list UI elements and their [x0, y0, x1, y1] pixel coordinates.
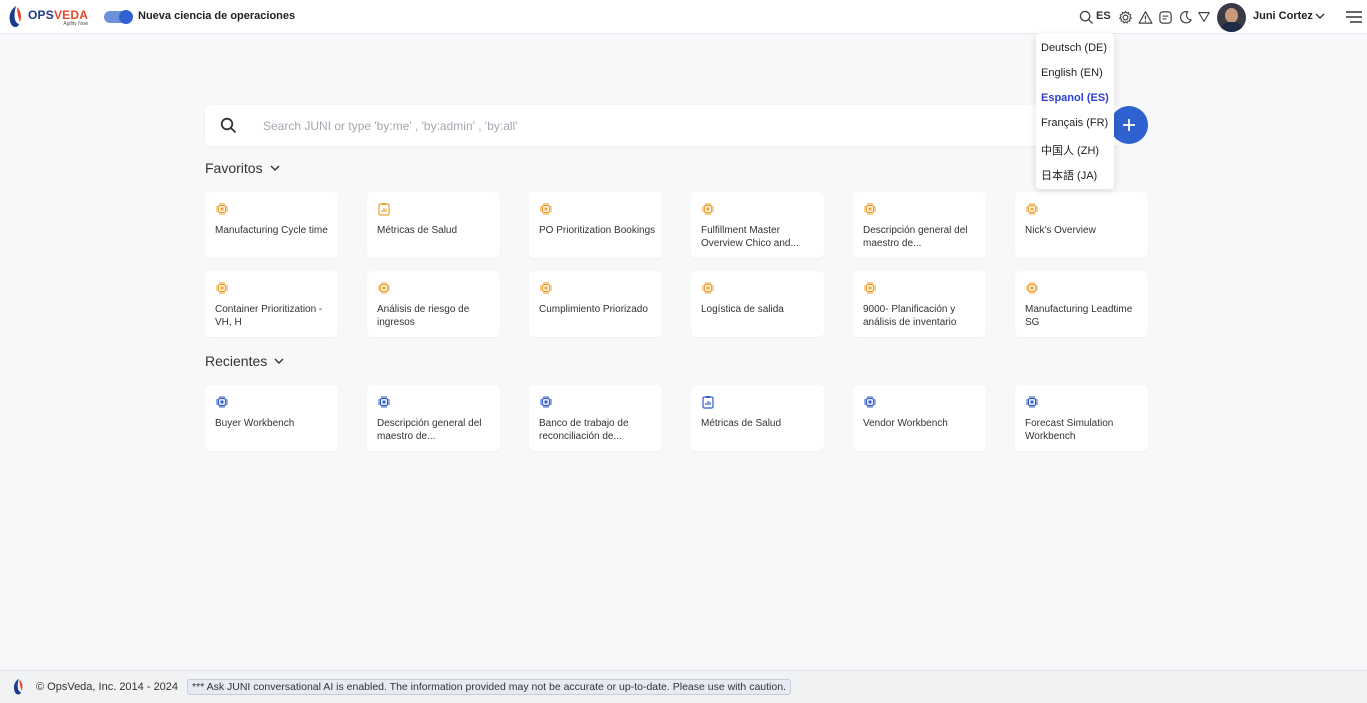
chip-icon — [1025, 202, 1039, 216]
copyright: © OpsVeda, Inc. 2014 - 2024 — [36, 681, 179, 693]
favorites-card[interactable]: Cumplimiento Priorizado — [529, 271, 662, 337]
card-label: Métricas de Salud — [701, 418, 782, 429]
favorites-card[interactable]: Container Prioritization - VH, H — [205, 271, 338, 337]
language-menu: Deutsch (DE) English (EN) Espanol (ES) F… — [1036, 33, 1114, 189]
search-input[interactable] — [263, 105, 1083, 146]
chevron-down-icon[interactable] — [1314, 10, 1326, 22]
logo-tagline: Agility Now — [63, 21, 89, 27]
chip-icon — [1025, 395, 1039, 409]
card-label: PO Prioritization Bookings — [539, 225, 656, 236]
recent-card[interactable]: Buyer Workbench — [205, 385, 338, 451]
chip-icon — [1025, 281, 1039, 295]
card-label: Métricas de Salud — [377, 225, 458, 236]
favorites-header[interactable]: Favoritos — [205, 160, 281, 176]
card-label: Manufacturing Leadtime SG — [1025, 304, 1133, 328]
add-button[interactable] — [1110, 106, 1148, 144]
report-icon — [701, 395, 715, 409]
opsveda-logo[interactable]: OPSVEDA Agility Now — [6, 5, 92, 31]
chip-icon — [863, 202, 877, 216]
language-option-fr[interactable]: Français (FR) — [1041, 117, 1108, 129]
notes-icon[interactable] — [1157, 9, 1173, 25]
search-icon — [220, 117, 237, 134]
recent-card[interactable]: Forecast Simulation Workbench — [1015, 385, 1148, 451]
chip-icon — [701, 202, 715, 216]
favorites-card[interactable]: Manufacturing Leadtime SG — [1015, 271, 1148, 337]
logo-mark-icon — [13, 678, 23, 695]
favorites-card[interactable]: Análisis de riesgo de ingresos — [367, 271, 500, 337]
chip-icon — [863, 395, 877, 409]
favorites-card[interactable]: Logística de salida — [691, 271, 824, 337]
favorites-card[interactable]: 9000- Planificación y análisis de invent… — [853, 271, 986, 337]
favorites-title: Favoritos — [205, 160, 263, 176]
chip-icon — [377, 281, 391, 295]
language-option-es[interactable]: Espanol (ES) — [1041, 92, 1109, 104]
toggle-label: Nueva ciencia de operaciones — [138, 10, 296, 22]
footer: © OpsVeda, Inc. 2014 - 2024 *** Ask JUNI… — [0, 670, 1367, 703]
recent-header[interactable]: Recientes — [205, 353, 285, 369]
favorites-card[interactable]: Fulfillment Master Overview Chico and... — [691, 192, 824, 258]
recent-card[interactable]: Descripción general del maestro de... — [367, 385, 500, 451]
card-label: Logística de salida — [701, 304, 784, 315]
language-selector[interactable]: ES — [1096, 10, 1111, 22]
card-label: Fulfillment Master Overview Chico and... — [701, 225, 799, 249]
plus-icon — [1123, 119, 1135, 131]
user-name[interactable]: Juni Cortez — [1253, 10, 1313, 22]
chip-icon — [215, 281, 229, 295]
chevron-down-icon — [270, 165, 280, 171]
card-label: Vendor Workbench — [863, 418, 948, 429]
avatar[interactable] — [1217, 3, 1246, 32]
report-icon — [377, 202, 391, 216]
top-bar: OPSVEDA Agility Now Nueva ciencia de ope… — [0, 0, 1367, 34]
logo-wordmark: OPSVEDA — [28, 8, 89, 22]
favorites-card[interactable]: Descripción general del maestro de... — [853, 192, 986, 258]
card-label: Banco de trabajo de reconciliación de... — [539, 418, 629, 442]
dark-mode-icon[interactable] — [1177, 9, 1193, 25]
logo-mark-icon — [9, 6, 21, 27]
card-label: Análisis de riesgo de ingresos — [377, 304, 470, 328]
favorites-card[interactable]: Manufacturing Cycle time — [205, 192, 338, 258]
card-label: Forecast Simulation Workbench — [1025, 418, 1114, 442]
chip-icon — [215, 202, 229, 216]
favorites-card[interactable]: PO Prioritization Bookings — [529, 192, 662, 258]
chip-icon — [539, 281, 553, 295]
new-operations-science-toggle[interactable] — [104, 10, 133, 24]
chip-icon — [539, 395, 553, 409]
favorites-card[interactable]: Métricas de Salud — [367, 192, 500, 258]
menu-icon[interactable] — [1346, 10, 1362, 24]
card-label: Cumplimiento Priorizado — [539, 304, 648, 315]
card-label: Buyer Workbench — [215, 418, 295, 429]
ai-notice: *** Ask JUNI conversational AI is enable… — [187, 679, 791, 695]
gear-icon[interactable] — [1117, 9, 1133, 25]
language-option-ja[interactable]: 日本語 (JA) — [1041, 167, 1097, 183]
chip-icon — [863, 281, 877, 295]
toggle-knob — [119, 10, 133, 24]
recent-card[interactable]: Vendor Workbench — [853, 385, 986, 451]
chevron-down-icon — [274, 358, 284, 364]
card-label: Descripción general del maestro de... — [377, 418, 482, 442]
search-bar — [205, 105, 1120, 146]
language-option-de[interactable]: Deutsch (DE) — [1041, 42, 1107, 54]
filter-icon[interactable] — [1196, 9, 1212, 25]
recent-card[interactable]: Banco de trabajo de reconciliación de... — [529, 385, 662, 451]
card-label: Manufacturing Cycle time — [215, 225, 328, 236]
language-option-zh[interactable]: 中国人 (ZH) — [1041, 142, 1099, 158]
language-option-en[interactable]: English (EN) — [1041, 67, 1103, 79]
recent-title: Recientes — [205, 353, 268, 369]
card-label: Descripción general del maestro de... — [863, 225, 968, 249]
favorites-card[interactable]: Nick's Overview — [1015, 192, 1148, 258]
card-label: Nick's Overview — [1025, 225, 1096, 236]
recent-card[interactable]: Métricas de Salud — [691, 385, 824, 451]
card-label: Container Prioritization - VH, H — [215, 304, 323, 328]
chip-icon — [377, 395, 391, 409]
warning-icon[interactable] — [1137, 9, 1153, 25]
chip-icon — [701, 281, 715, 295]
chip-icon — [215, 395, 229, 409]
search-icon[interactable] — [1078, 9, 1094, 25]
card-label: 9000- Planificación y análisis de invent… — [863, 304, 957, 328]
chip-icon — [539, 202, 553, 216]
